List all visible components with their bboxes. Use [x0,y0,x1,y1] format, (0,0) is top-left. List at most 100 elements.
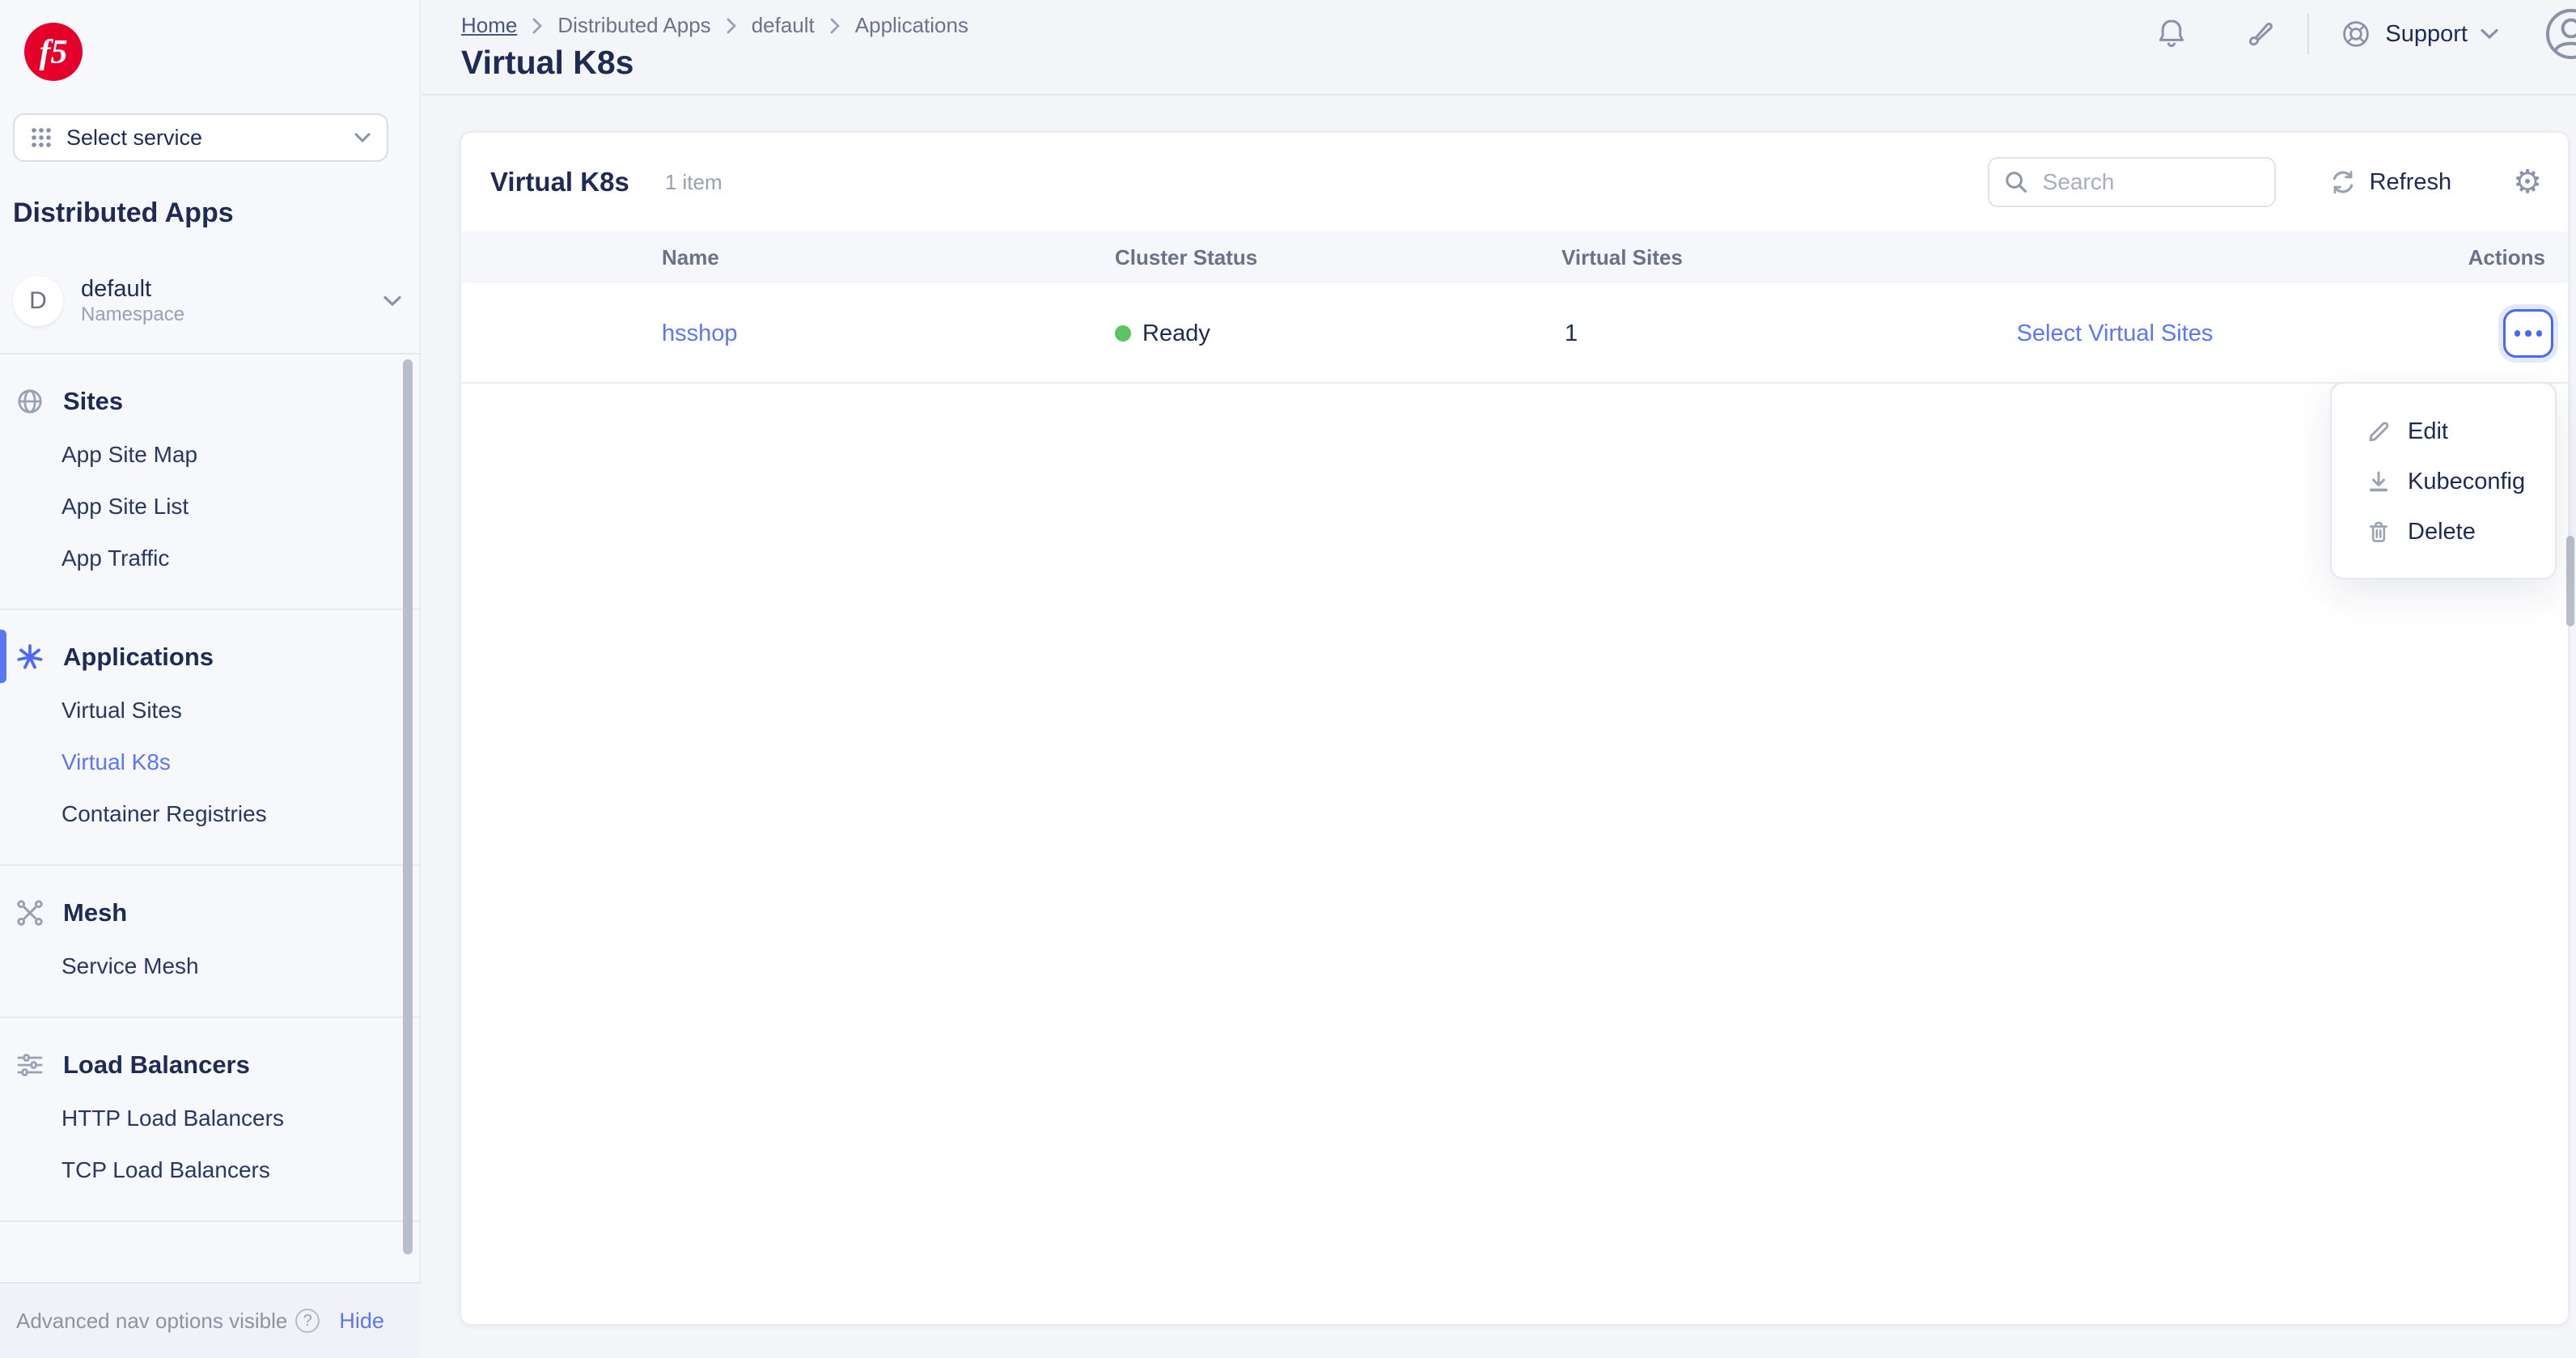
advanced-nav-label: Advanced nav options visible [16,1309,287,1334]
sidebar-scrollbar[interactable] [403,359,413,1254]
mesh-icon [16,899,44,927]
user-avatar-icon[interactable] [2544,6,2576,62]
trash-icon [2366,519,2392,545]
nav-section-load-balancers: Load Balancers HTTP Load Balancers TCP L… [0,1018,421,1222]
globe-icon [16,388,44,415]
select-virtual-sites-link[interactable]: Select Virtual Sites [2011,283,2218,384]
bell-icon[interactable] [2155,17,2188,51]
lifering-icon [2341,19,2371,49]
header-actions: Support [2155,0,2576,68]
breadcrumb-applications[interactable]: Applications [855,13,968,38]
sidebar-item-container-registries[interactable]: Container Registries [0,788,421,840]
table-row: hsshop Ready 1 Select Virtual Sites [461,283,2568,384]
page-title: Virtual K8s [461,44,633,82]
sidebar: f5 Select service Distributed Apps D def… [0,0,421,1358]
chevron-right-icon [829,18,841,34]
svg-text:f5: f5 [40,34,68,71]
sidebar-item-app-site-list[interactable]: App Site List [0,481,421,533]
column-header-name[interactable]: Name [662,231,719,283]
sidebar-title: Distributed Apps [13,197,234,229]
item-count: 1 item [665,170,1988,195]
namespace-avatar: D [13,276,63,326]
row-name-link[interactable]: hsshop [662,283,738,384]
support-label: Support [2385,21,2468,48]
sidebar-item-mesh[interactable]: Mesh [0,885,421,940]
hide-link[interactable]: Hide [339,1309,384,1334]
sidebar-item-virtual-k8s[interactable]: Virtual K8s [0,736,421,788]
page-scrollbar[interactable] [2566,536,2574,626]
chevron-down-icon [354,132,371,143]
column-header-virtual-sites[interactable]: Virtual Sites [1561,231,1683,283]
sidebar-item-app-site-map[interactable]: App Site Map [0,429,421,481]
search-box [1988,157,2276,207]
search-input[interactable] [2040,168,2266,197]
select-service-dropdown[interactable]: Select service [13,113,388,162]
pencil-icon [2366,418,2392,444]
sidebar-item-http-load-balancers[interactable]: HTTP Load Balancers [0,1093,421,1144]
namespace-type-label: Namespace [81,303,383,327]
f5-logo-icon[interactable]: f5 [23,21,84,83]
search-icon [2004,170,2028,194]
chevron-right-icon [532,18,543,34]
nav-section-label: Sites [63,387,123,416]
sidebar-item-app-traffic[interactable]: App Traffic [0,533,421,584]
active-section-indicator [0,630,6,683]
status-ready-dot [1115,325,1131,342]
chevron-down-icon [383,295,401,308]
table-header: Name Cluster Status Virtual Sites Action… [461,231,2568,283]
panel-header: Virtual K8s 1 item [461,133,2568,231]
chevron-right-icon [726,18,737,34]
select-service-label: Select service [66,125,354,151]
gear-icon[interactable]: ⚙ [2513,166,2542,198]
nav-section-label: Load Balancers [63,1050,250,1080]
namespace-selector[interactable]: D default Namespace [0,251,421,351]
nav-section-sites: Sites App Site Map App Site List App Tra… [0,354,421,610]
menu-item-label: Delete [2408,519,2476,545]
row-cluster-status: Ready [1115,283,1210,384]
main-area: Home Distributed Apps default Applicatio… [422,0,2576,1358]
nav-section-mesh: Mesh Service Mesh [0,866,421,1018]
row-virtual-sites-count: 1 [1565,283,1578,384]
sidebar-item-applications[interactable]: Applications [0,630,421,685]
virtual-k8s-panel: Virtual K8s 1 item [460,131,2570,1326]
namespace-name: default [81,275,383,303]
sidebar-item-tcp-load-balancers[interactable]: TCP Load Balancers [0,1144,421,1196]
breadcrumb: Home Distributed Apps default Applicatio… [461,13,968,38]
column-header-cluster-status[interactable]: Cluster Status [1115,231,1257,283]
header-divider [2307,14,2309,54]
column-header-actions: Actions [2468,231,2545,283]
page-header: Home Distributed Apps default Applicatio… [422,0,2576,95]
support-menu[interactable]: Support [2341,19,2498,49]
chevron-down-icon [2481,28,2498,40]
refresh-icon [2329,168,2357,196]
row-actions-button[interactable] [2503,309,2553,358]
refresh-label: Refresh [2370,169,2452,196]
nav-section-label: Mesh [63,898,127,927]
nav-section-applications: Applications Virtual Sites Virtual K8s C… [0,610,421,866]
actions-dropdown-menu: Edit Kubeconfig Delete [2330,382,2557,579]
breadcrumb-distributed-apps[interactable]: Distributed Apps [557,13,710,38]
sidebar-nav: Sites App Site Map App Site List App Tra… [0,353,421,1253]
help-icon[interactable]: ? [295,1309,320,1333]
sidebar-item-virtual-sites[interactable]: Virtual Sites [0,685,421,736]
sidebar-item-sites[interactable]: Sites [0,374,421,429]
menu-item-delete[interactable]: Delete [2332,507,2555,557]
download-icon [2366,469,2392,494]
menu-item-edit[interactable]: Edit [2332,406,2555,456]
menu-item-label: Edit [2408,418,2448,445]
edit-pen-icon[interactable] [2243,18,2275,50]
sidebar-item-service-mesh[interactable]: Service Mesh [0,940,421,992]
f5-distributed-cloud-console: f5 Select service Distributed Apps D def… [0,0,2576,1358]
breadcrumb-default[interactable]: default [752,13,815,38]
sidebar-footer: Advanced nav options visible ? Hide [0,1282,421,1358]
breadcrumb-home[interactable]: Home [461,13,517,38]
menu-item-kubeconfig[interactable]: Kubeconfig [2332,456,2555,507]
sidebar-item-load-balancers[interactable]: Load Balancers [0,1038,421,1093]
grid-icon [31,127,52,148]
menu-item-label: Kubeconfig [2408,469,2525,495]
sliders-icon [16,1051,44,1079]
refresh-button[interactable]: Refresh [2329,168,2452,196]
nav-section-label: Applications [63,643,214,672]
k8s-wheel-icon [16,643,44,671]
status-label: Ready [1142,320,1210,347]
